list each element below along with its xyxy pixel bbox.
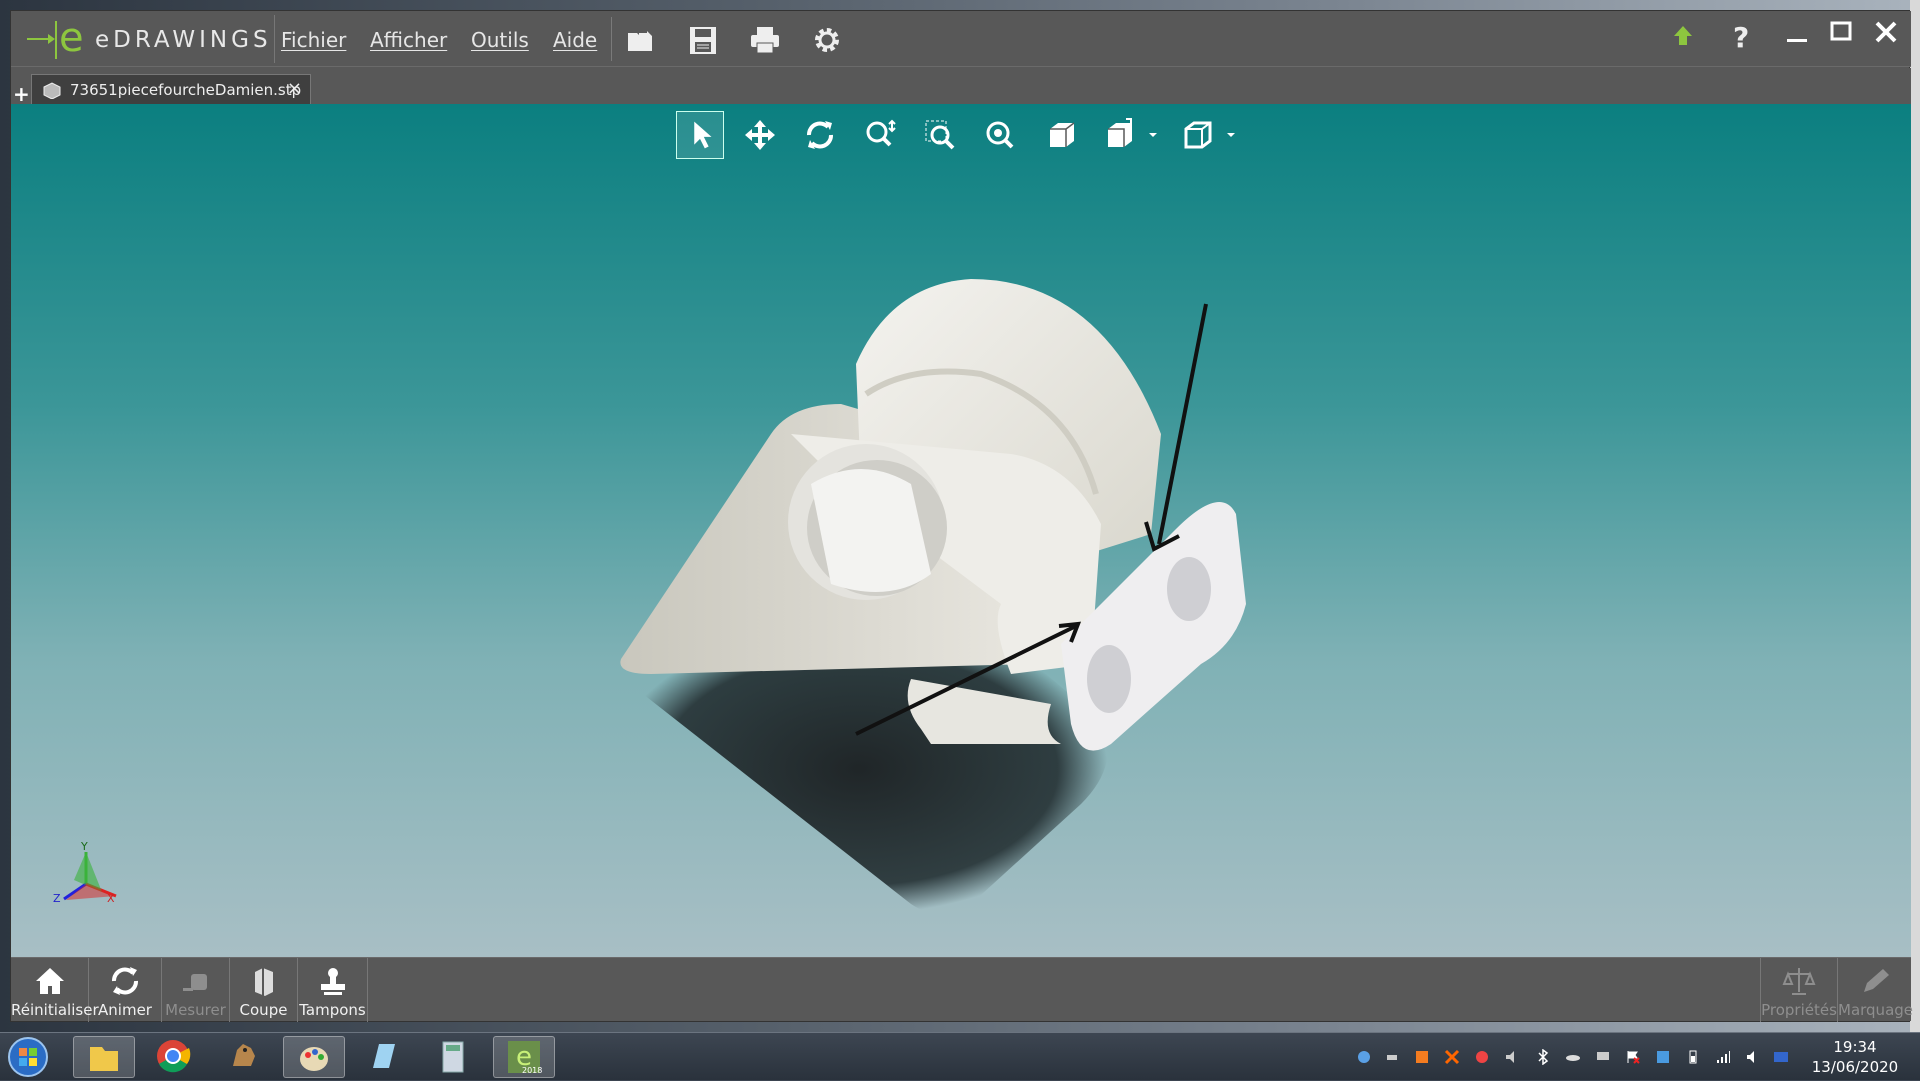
clock-date: 13/06/2020 xyxy=(1811,1058,1899,1076)
pencil-icon xyxy=(1863,969,1889,992)
notepad-icon[interactable] xyxy=(353,1036,415,1078)
monitor-icon[interactable] xyxy=(1595,1049,1611,1065)
svg-text:2018: 2018 xyxy=(522,1066,542,1075)
document-tab-label: 73651piecefourcheDamien.stp xyxy=(70,81,302,99)
edrawings-2018-icon[interactable]: e 2018 xyxy=(493,1036,555,1078)
print-icon[interactable] xyxy=(749,25,781,55)
maximize-icon[interactable] xyxy=(1824,15,1858,49)
speaker-muted-icon[interactable] xyxy=(1504,1049,1520,1065)
avast-icon[interactable] xyxy=(1414,1049,1430,1065)
axis-z-label: Z xyxy=(53,892,61,905)
measure-button[interactable]: Mesurer xyxy=(162,958,230,1022)
bluetooth-icon[interactable] xyxy=(1535,1049,1551,1065)
help-icon[interactable]: ? xyxy=(1724,19,1758,53)
windows-taskbar: e 2018 19:34 13/06/2020 xyxy=(0,1032,1920,1080)
balance-scale-icon xyxy=(1782,968,1816,995)
usb-icon[interactable] xyxy=(1384,1049,1400,1065)
properties-button[interactable]: Propriétés xyxy=(1760,958,1838,1022)
background-window-edge xyxy=(1910,0,1920,1032)
open-folder-icon[interactable] xyxy=(625,25,657,55)
axis-x-label: X xyxy=(107,892,115,905)
stamp-icon xyxy=(320,968,345,995)
part-file-icon xyxy=(43,82,61,99)
animate-button[interactable]: Animer xyxy=(89,958,162,1022)
save-icon[interactable] xyxy=(687,25,719,55)
network-share-icon[interactable] xyxy=(1356,1049,1372,1065)
edrawings-logo: e eDRAWINGS xyxy=(17,15,275,63)
svg-text:?: ? xyxy=(1733,21,1749,53)
close-tab-button[interactable]: × xyxy=(287,78,302,99)
chrome-icon[interactable] xyxy=(143,1036,205,1078)
app-title: eDRAWINGS xyxy=(95,27,272,53)
title-bar: e eDRAWINGS Fichier Afficher Outils Aide… xyxy=(11,11,1911,67)
link-icon[interactable] xyxy=(1565,1049,1581,1065)
menu-aide[interactable]: Aide xyxy=(553,28,597,52)
keyboard-language-icon[interactable] xyxy=(1773,1049,1789,1065)
edrawings-window: e eDRAWINGS Fichier Afficher Outils Aide… xyxy=(10,10,1913,1022)
reset-button[interactable]: Réinitialiser xyxy=(11,958,99,1022)
system-clock[interactable]: 19:34 13/06/2020 xyxy=(1810,1037,1900,1077)
stamps-button[interactable]: Tampons xyxy=(298,958,368,1022)
markup-button[interactable]: Marquage xyxy=(1838,958,1913,1022)
menu-afficher[interactable]: Afficher xyxy=(370,28,447,52)
new-tab-button[interactable]: + xyxy=(13,82,30,106)
wifi-signal-icon[interactable] xyxy=(1715,1049,1731,1065)
menu-fichier[interactable]: Fichier xyxy=(281,28,346,52)
home-icon xyxy=(35,968,64,994)
minimize-icon[interactable] xyxy=(1781,19,1815,53)
calculator-icon[interactable] xyxy=(423,1036,485,1078)
start-orb-icon[interactable] xyxy=(6,1035,50,1079)
paint-icon[interactable] xyxy=(283,1036,345,1078)
battery-icon[interactable] xyxy=(1685,1049,1701,1065)
upload-arrow-icon[interactable] xyxy=(1666,19,1700,53)
measure-icon xyxy=(182,974,207,991)
3d-model-render xyxy=(611,279,1246,914)
close-icon[interactable] xyxy=(1869,15,1903,49)
bottom-toolbar: Réinitialiser Animer Mesurer Coupe Tampo… xyxy=(11,957,1913,1022)
dog-app-icon[interactable] xyxy=(213,1036,275,1078)
section-button[interactable]: Coupe xyxy=(230,958,298,1022)
document-tab-bar: + 73651piecefourcheDamien.stp × xyxy=(11,68,1911,106)
document-tab[interactable]: 73651piecefourcheDamien.stp × xyxy=(31,74,311,104)
3d-viewport[interactable]: Y X Z xyxy=(11,104,1911,957)
clock-time: 19:34 xyxy=(1833,1038,1877,1056)
animate-icon xyxy=(112,967,138,995)
file-explorer-icon[interactable] xyxy=(73,1036,135,1078)
menu-outils[interactable]: Outils xyxy=(471,28,529,52)
volume-icon[interactable] xyxy=(1745,1049,1761,1065)
update-icon[interactable] xyxy=(1474,1049,1490,1065)
settings-gear-icon[interactable] xyxy=(811,25,843,55)
action-center-flag-icon[interactable] xyxy=(1625,1049,1641,1065)
tools-icon[interactable] xyxy=(1444,1049,1460,1065)
network-adapter-icon[interactable] xyxy=(1655,1049,1671,1065)
section-icon xyxy=(254,968,273,996)
axis-y-label: Y xyxy=(81,840,88,853)
